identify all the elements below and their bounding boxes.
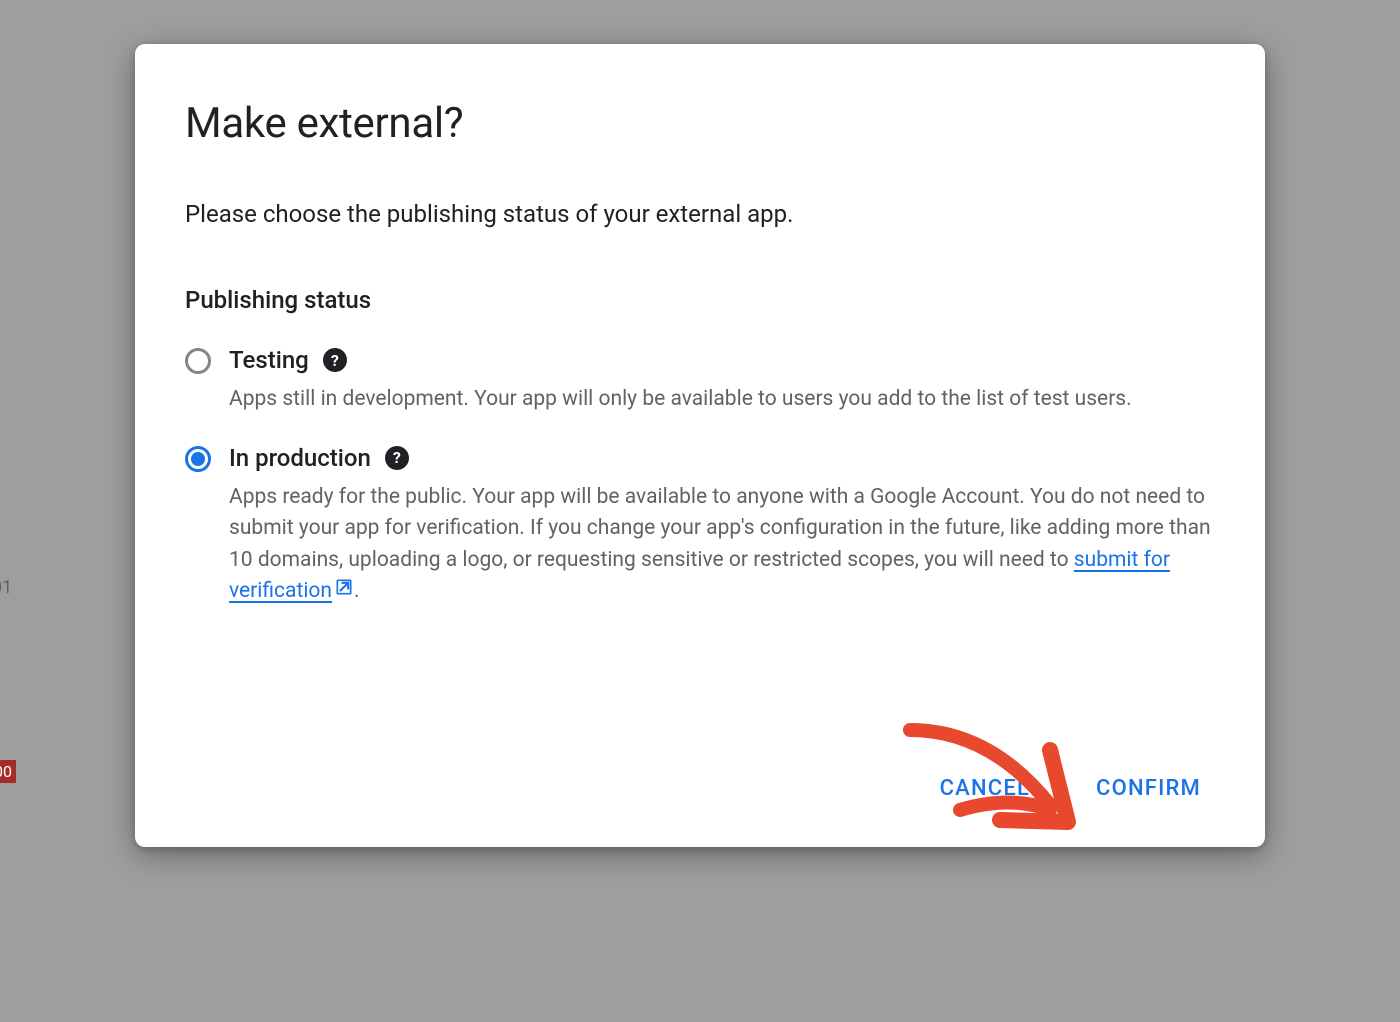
publishing-status-heading: Publishing status	[185, 286, 1215, 314]
radio-description-production: Apps ready for the public. Your app will…	[229, 482, 1215, 608]
description-text: Apps ready for the public. Your app will…	[229, 485, 1211, 572]
radio-option-testing[interactable]: Testing ? Apps still in development. You…	[185, 346, 1215, 416]
radio-testing[interactable]	[185, 348, 211, 374]
external-link-icon	[334, 576, 354, 608]
radio-option-production[interactable]: In production ? Apps ready for the publi…	[185, 444, 1215, 608]
radio-label-row: Testing ?	[229, 346, 1215, 374]
radio-description-testing: Apps still in development. Your app will…	[229, 384, 1215, 416]
dialog-actions: CANCEL CONFIRM	[185, 768, 1215, 809]
description-suffix: .	[354, 579, 360, 603]
radio-label-row: In production ?	[229, 444, 1215, 472]
radio-label-testing: Testing	[229, 346, 309, 374]
help-icon[interactable]: ?	[323, 348, 347, 372]
radio-content-testing: Testing ? Apps still in development. You…	[229, 346, 1215, 416]
confirm-button[interactable]: CONFIRM	[1092, 768, 1205, 809]
make-external-dialog: Make external? Please choose the publish…	[135, 44, 1265, 847]
radio-content-production: In production ? Apps ready for the publi…	[229, 444, 1215, 608]
help-icon[interactable]: ?	[385, 446, 409, 470]
radio-label-production: In production	[229, 444, 371, 472]
dialog-title: Make external?	[185, 99, 1215, 148]
modal-overlay: Make external? Please choose the publish…	[0, 0, 1400, 1022]
radio-production[interactable]	[185, 446, 211, 472]
dialog-subtitle: Please choose the publishing status of y…	[185, 200, 1215, 228]
cancel-button[interactable]: CANCEL	[936, 768, 1034, 809]
